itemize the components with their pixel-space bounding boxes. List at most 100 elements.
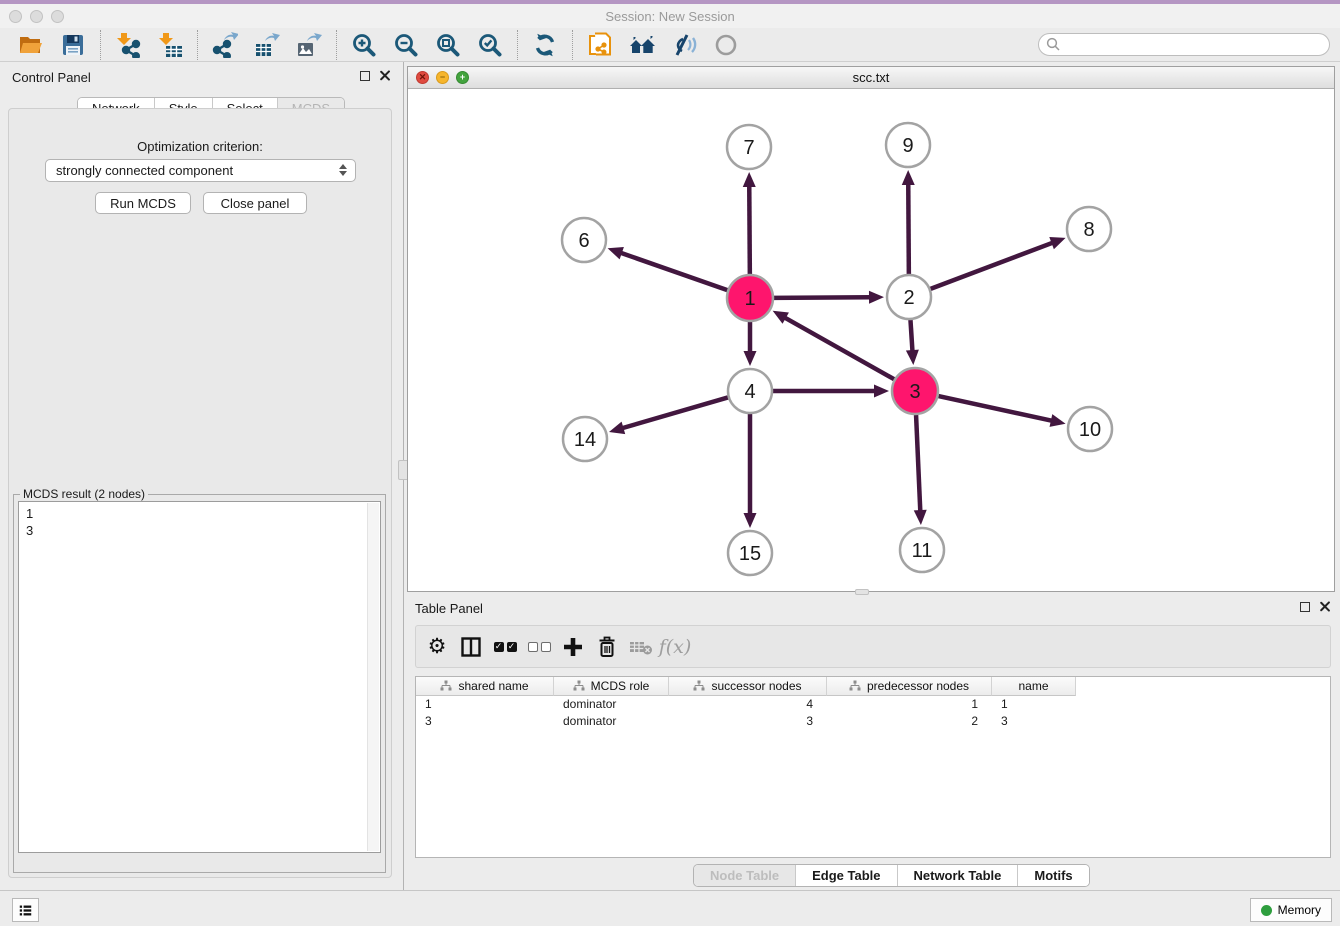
cell-predecessor-nodes[interactable]: 1	[827, 696, 992, 713]
function-builder-button[interactable]: f(x)	[658, 630, 692, 664]
tab-network-table[interactable]: Network Table	[898, 865, 1019, 886]
run-mcds-button[interactable]: Run MCDS	[95, 192, 191, 214]
column-chooser-button[interactable]	[454, 630, 488, 664]
cell-mcds-role[interactable]: dominator	[554, 713, 669, 730]
graph-node-14[interactable]: 14	[563, 417, 607, 461]
graph-node-10[interactable]: 10	[1068, 407, 1112, 451]
graph-edge-4-14[interactable]	[621, 397, 727, 428]
network-graph: 1 2 3 4 6 7 8 9 10 11 14 15	[408, 89, 1334, 591]
cell-successor-nodes[interactable]: 3	[669, 713, 827, 730]
table-row[interactable]: 3 dominator 3 2 3	[416, 713, 1330, 730]
titlebar: Session: New Session	[0, 4, 1340, 28]
column-header-successor-nodes[interactable]: successor nodes	[669, 677, 827, 696]
add-column-button[interactable]	[556, 630, 590, 664]
save-session-button[interactable]	[58, 31, 88, 59]
graph-edge-2-3[interactable]	[910, 320, 912, 352]
show-hide-panels-button[interactable]	[711, 31, 741, 59]
column-header-shared-name[interactable]: shared name	[416, 677, 554, 696]
column-header-name[interactable]: name	[992, 677, 1076, 696]
graph-edge-2-8[interactable]	[931, 242, 1054, 288]
search-input[interactable]	[1038, 33, 1330, 56]
dropdown-arrows-icon	[339, 164, 347, 176]
graph-edge-1-7[interactable]	[749, 185, 750, 274]
status-bar: Memory	[0, 890, 1340, 926]
cell-shared-name[interactable]: 1	[416, 696, 554, 713]
export-table-button[interactable]	[252, 31, 282, 59]
zoom-out-button[interactable]	[391, 31, 421, 59]
graph-node-9[interactable]: 9	[886, 123, 930, 167]
network-canvas[interactable]: 1 2 3 4 6 7 8 9 10 11 14 15	[408, 89, 1334, 591]
open-folder-icon	[18, 32, 44, 58]
zoom-in-icon	[351, 32, 377, 58]
attribute-icon	[693, 680, 705, 692]
select-all-button[interactable]: ✓✓	[488, 630, 522, 664]
float-panel-icon[interactable]	[360, 71, 370, 81]
graph-node-6[interactable]: 6	[562, 218, 606, 262]
graph-node-4[interactable]: 4	[728, 369, 772, 413]
graph-node-15[interactable]: 15	[728, 531, 772, 575]
graph-edge-1-6[interactable]	[620, 253, 727, 291]
clone-network-icon	[587, 32, 613, 58]
cell-successor-nodes[interactable]: 4	[669, 696, 827, 713]
optimization-criterion-dropdown[interactable]: strongly connected component	[45, 159, 356, 182]
graph-node-11[interactable]: 11	[900, 528, 944, 572]
table-splitter-grip[interactable]	[855, 589, 869, 595]
column-header-predecessor-nodes[interactable]: predecessor nodes	[827, 677, 992, 696]
table-settings-button[interactable]: ⚙	[420, 630, 454, 664]
export-image-button[interactable]	[294, 31, 324, 59]
tab-motifs[interactable]: Motifs	[1018, 865, 1088, 886]
columns-icon	[459, 635, 483, 659]
import-table-button[interactable]	[155, 31, 185, 59]
cell-name[interactable]: 3	[992, 713, 1076, 730]
delete-column-button[interactable]	[590, 630, 624, 664]
toolbar-separator	[336, 30, 337, 60]
tab-node-table[interactable]: Node Table	[694, 865, 796, 886]
refresh-button[interactable]	[530, 31, 560, 59]
open-session-button[interactable]	[16, 31, 46, 59]
result-line: 3	[26, 522, 362, 539]
graph-edge-3-11[interactable]	[916, 415, 920, 512]
task-history-button[interactable]	[12, 898, 39, 922]
zoom-selected-button[interactable]	[475, 31, 505, 59]
cell-mcds-role[interactable]: dominator	[554, 696, 669, 713]
delete-table-button[interactable]	[624, 630, 658, 664]
export-table-icon	[254, 32, 280, 58]
tab-edge-table[interactable]: Edge Table	[796, 865, 897, 886]
node-table: shared name MCDS role successor nodes pr…	[415, 676, 1331, 858]
graph-edge-3-1[interactable]	[784, 317, 894, 379]
close-table-panel-icon[interactable]	[1319, 601, 1330, 612]
table-row[interactable]: 1 dominator 4 1 1	[416, 696, 1330, 713]
mcds-result-text[interactable]: 1 3	[18, 501, 381, 853]
graph-node-3[interactable]: 3	[892, 368, 938, 414]
hide-graphics-details-button[interactable]	[669, 31, 699, 59]
svg-text:4: 4	[744, 381, 755, 403]
import-network-button[interactable]	[113, 31, 143, 59]
graph-node-8[interactable]: 8	[1067, 207, 1111, 251]
graph-edge-arrowhead	[906, 350, 919, 365]
result-scrollbar[interactable]	[367, 503, 379, 851]
network-window-titlebar[interactable]: ✕ − + scc.txt	[408, 67, 1334, 89]
graph-node-7[interactable]: 7	[727, 125, 771, 169]
graph-edge-3-10[interactable]	[938, 396, 1052, 421]
table-tabs: Node Table Edge Table Network Table Moti…	[693, 864, 1090, 887]
graph-edge-2-9[interactable]	[908, 183, 909, 274]
export-network-button[interactable]	[210, 31, 240, 59]
graph-edge-1-2[interactable]	[774, 297, 871, 298]
clone-network-button[interactable]	[585, 31, 615, 59]
graph-node-1[interactable]: 1	[727, 275, 773, 321]
deselect-all-button[interactable]	[522, 630, 556, 664]
home-button[interactable]	[627, 31, 657, 59]
memory-button[interactable]: Memory	[1250, 898, 1332, 922]
column-header-mcds-role[interactable]: MCDS role	[554, 677, 669, 696]
float-table-panel-icon[interactable]	[1300, 602, 1310, 612]
cell-predecessor-nodes[interactable]: 2	[827, 713, 992, 730]
zoom-fit-button[interactable]	[433, 31, 463, 59]
zoom-in-button[interactable]	[349, 31, 379, 59]
close-panel-icon[interactable]	[379, 70, 390, 81]
graph-node-2[interactable]: 2	[887, 275, 931, 319]
toolbar-separator	[197, 30, 198, 60]
cell-name[interactable]: 1	[992, 696, 1076, 713]
toolbar-separator	[517, 30, 518, 60]
cell-shared-name[interactable]: 3	[416, 713, 554, 730]
close-panel-button[interactable]: Close panel	[203, 192, 307, 214]
